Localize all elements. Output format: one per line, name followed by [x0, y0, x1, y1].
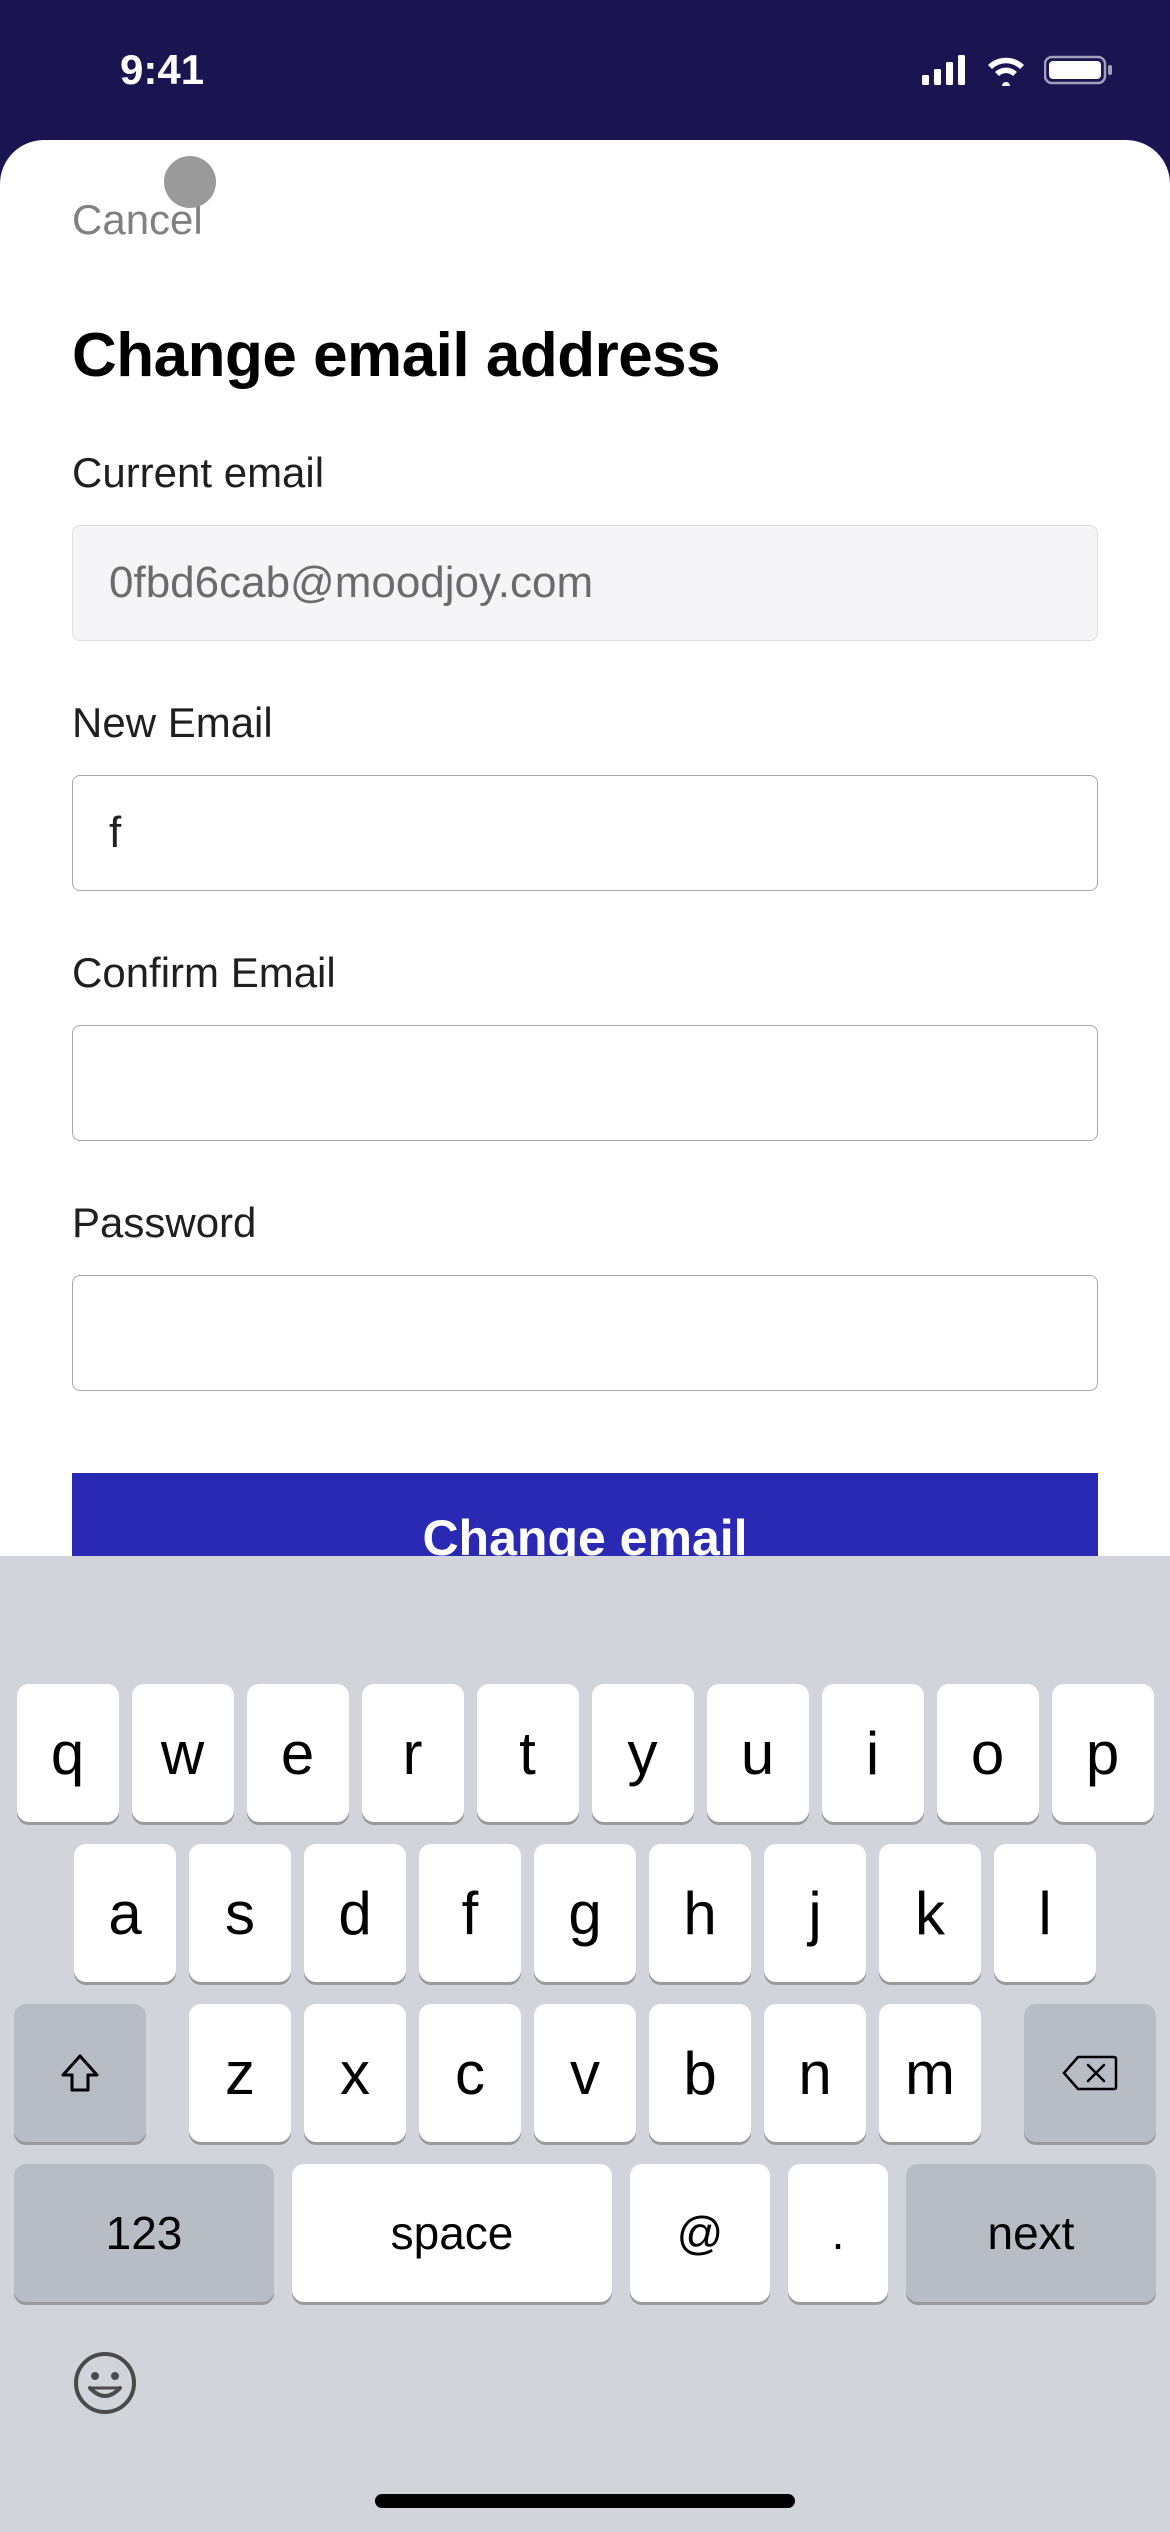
field-password: Password: [72, 1199, 1098, 1391]
field-new-email: New Email: [72, 699, 1098, 891]
key-q[interactable]: q: [17, 1684, 119, 1822]
keyboard-row-3: z x c v b n m: [0, 2004, 1170, 2142]
backspace-icon: [1062, 2053, 1118, 2093]
emoji-icon[interactable]: [72, 2350, 138, 2416]
touch-indicator-icon: [164, 156, 216, 208]
key-k[interactable]: k: [879, 1844, 981, 1982]
input-confirm-email[interactable]: [72, 1025, 1098, 1141]
key-s[interactable]: s: [189, 1844, 291, 1982]
key-m[interactable]: m: [879, 2004, 981, 2142]
key-g[interactable]: g: [534, 1844, 636, 1982]
home-indicator[interactable]: [375, 2494, 795, 2508]
status-time: 9:41: [120, 46, 204, 94]
key-o[interactable]: o: [937, 1684, 1039, 1822]
key-x[interactable]: x: [304, 2004, 406, 2142]
keyboard-bottom-row: [0, 2350, 1170, 2416]
input-current-email: [72, 525, 1098, 641]
field-confirm-email: Confirm Email: [72, 949, 1098, 1141]
key-dot[interactable]: .: [788, 2164, 888, 2302]
keyboard-row-4: 123 space @ . next: [0, 2164, 1170, 2302]
keyboard-row-1: q w e r t y u i o p: [0, 1684, 1170, 1822]
key-t[interactable]: t: [477, 1684, 579, 1822]
keyboard: q w e r t y u i o p a s d f g h j k l z …: [0, 1556, 1170, 2532]
input-password[interactable]: [72, 1275, 1098, 1391]
shift-icon: [57, 2050, 103, 2096]
key-r[interactable]: r: [362, 1684, 464, 1822]
label-password: Password: [72, 1199, 1098, 1247]
keyboard-row-2: a s d f g h j k l: [0, 1844, 1170, 1982]
key-e[interactable]: e: [247, 1684, 349, 1822]
label-confirm-email: Confirm Email: [72, 949, 1098, 997]
key-space[interactable]: space: [292, 2164, 612, 2302]
key-h[interactable]: h: [649, 1844, 751, 1982]
key-shift[interactable]: [14, 2004, 146, 2142]
key-at[interactable]: @: [630, 2164, 770, 2302]
key-f[interactable]: f: [419, 1844, 521, 1982]
key-d[interactable]: d: [304, 1844, 406, 1982]
key-v[interactable]: v: [534, 2004, 636, 2142]
cancel-button[interactable]: Cancel: [72, 196, 203, 244]
key-p[interactable]: p: [1052, 1684, 1154, 1822]
key-b[interactable]: b: [649, 2004, 751, 2142]
field-current-email: Current email: [72, 449, 1098, 641]
key-z[interactable]: z: [189, 2004, 291, 2142]
key-numbers[interactable]: 123: [14, 2164, 274, 2302]
key-l[interactable]: l: [994, 1844, 1096, 1982]
key-w[interactable]: w: [132, 1684, 234, 1822]
key-i[interactable]: i: [822, 1684, 924, 1822]
label-new-email: New Email: [72, 699, 1098, 747]
key-j[interactable]: j: [764, 1844, 866, 1982]
key-u[interactable]: u: [707, 1684, 809, 1822]
key-y[interactable]: y: [592, 1684, 694, 1822]
key-backspace[interactable]: [1024, 2004, 1156, 2142]
status-icons: [922, 54, 1114, 86]
key-c[interactable]: c: [419, 2004, 521, 2142]
key-a[interactable]: a: [74, 1844, 176, 1982]
key-next[interactable]: next: [906, 2164, 1156, 2302]
wifi-icon: [984, 54, 1028, 86]
cellular-signal-icon: [922, 55, 968, 85]
page-title: Change email address: [72, 320, 1098, 391]
status-bar: 9:41: [0, 0, 1170, 140]
battery-icon: [1044, 54, 1114, 86]
label-current-email: Current email: [72, 449, 1098, 497]
input-new-email[interactable]: [72, 775, 1098, 891]
key-n[interactable]: n: [764, 2004, 866, 2142]
